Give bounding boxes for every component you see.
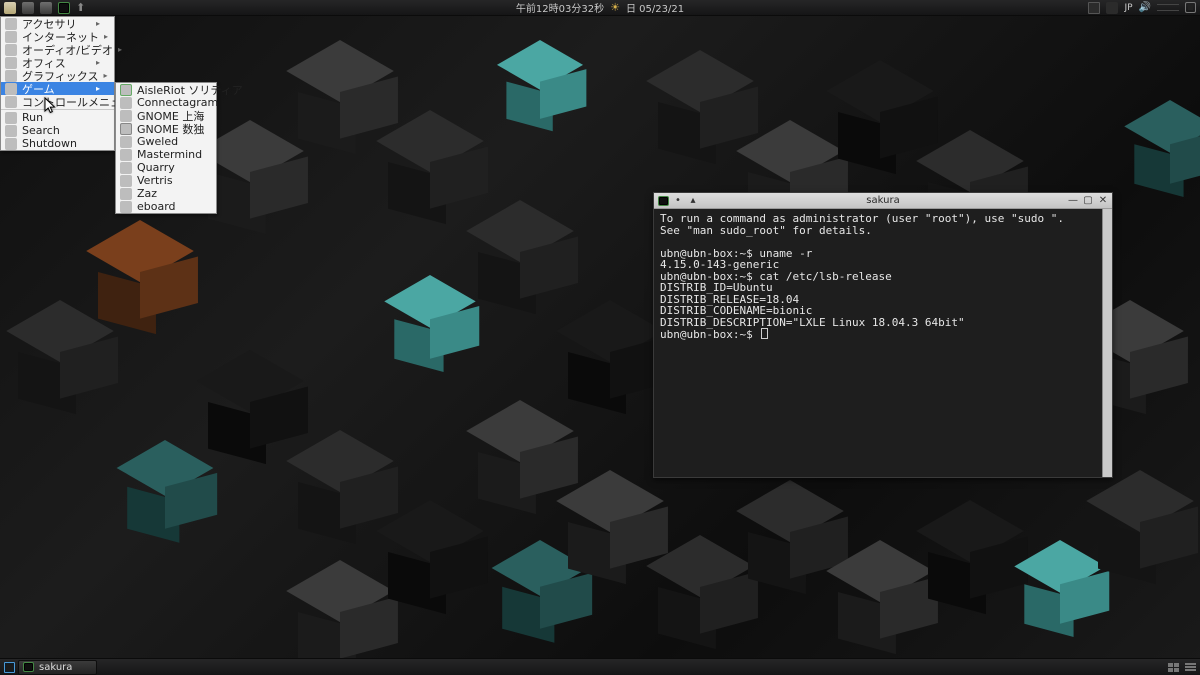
bottom-panel: sakura xyxy=(0,658,1200,675)
game-aisleriot[interactable]: AisleRiot ソリティア xyxy=(116,83,216,96)
terminal-app-icon xyxy=(658,196,669,206)
panel-clock: 午前12時03分32秒 xyxy=(516,0,604,15)
tray-unknown1-icon[interactable] xyxy=(1088,2,1100,14)
workspace-switcher[interactable] xyxy=(1168,663,1179,672)
launcher-arrow-icon[interactable]: ⬆ xyxy=(76,2,85,13)
game-mastermind[interactable]: Mastermind xyxy=(116,148,216,161)
taskbar-item-icon xyxy=(23,662,34,672)
cursor-icon xyxy=(44,97,58,118)
tray-lang-indicator[interactable]: JP xyxy=(1124,3,1132,13)
titlebar-sticky-icon[interactable]: • xyxy=(672,195,684,206)
game-gweled[interactable]: Gweled xyxy=(116,135,216,148)
menu-action-shutdown[interactable]: Shutdown xyxy=(1,137,114,150)
terminal-scrollbar[interactable] xyxy=(1102,209,1112,477)
app-submenu-games: AisleRiot ソリティア Connectagram GNOME 上海 GN… xyxy=(115,82,217,214)
game-eboard[interactable]: eboard xyxy=(116,200,216,213)
game-quarry[interactable]: Quarry xyxy=(116,161,216,174)
panel-date: 日 05/23/21 xyxy=(626,0,684,15)
terminal-titlebar[interactable]: • ▴ sakura — ▢ ✕ xyxy=(654,193,1112,209)
terminal-window[interactable]: • ▴ sakura — ▢ ✕ To run a command as adm… xyxy=(653,192,1113,478)
terminal-title: sakura xyxy=(866,195,899,206)
window-minimize-button[interactable]: — xyxy=(1067,195,1079,206)
menu-cat-graphics[interactable]: グラフィックス▸ xyxy=(1,69,114,82)
panel-extra-icon[interactable] xyxy=(1185,663,1196,672)
app-menu: アクセサリ▸ インターネット▸ オーディオ/ビデオ▸ オフィス▸ グラフィックス… xyxy=(0,16,115,151)
tray-network-icon[interactable] xyxy=(1106,2,1118,14)
taskbar-item-sakura[interactable]: sakura xyxy=(18,660,97,675)
launcher-filemgr-icon[interactable] xyxy=(22,2,34,14)
weather-icon: ☀ xyxy=(610,1,620,14)
game-zaz[interactable]: Zaz xyxy=(116,187,216,200)
tray-plugin-icon[interactable] xyxy=(1185,2,1196,13)
titlebar-shade-icon[interactable]: ▴ xyxy=(687,195,699,206)
tray-volume-icon[interactable]: 🔊 xyxy=(1139,2,1151,13)
game-gnome-sudoku[interactable]: GNOME 数独 xyxy=(116,122,216,135)
terminal-output[interactable]: To run a command as administrator (user … xyxy=(654,209,1112,345)
launcher-menu-icon[interactable] xyxy=(4,2,16,14)
launcher-app2-icon[interactable] xyxy=(40,2,52,14)
show-desktop-button[interactable] xyxy=(4,662,15,673)
taskbar-item-label: sakura xyxy=(39,662,72,673)
tray-battery-icon[interactable] xyxy=(1157,4,1179,11)
top-panel: ⬆ 午前12時03分32秒 ☀ 日 05/23/21 JP 🔊 xyxy=(0,0,1200,16)
window-maximize-button[interactable]: ▢ xyxy=(1082,195,1094,206)
launcher-terminal-icon[interactable] xyxy=(58,2,70,14)
window-close-button[interactable]: ✕ xyxy=(1097,195,1109,206)
menu-action-search[interactable]: Search xyxy=(1,124,114,137)
game-vertris[interactable]: Vertris xyxy=(116,174,216,187)
